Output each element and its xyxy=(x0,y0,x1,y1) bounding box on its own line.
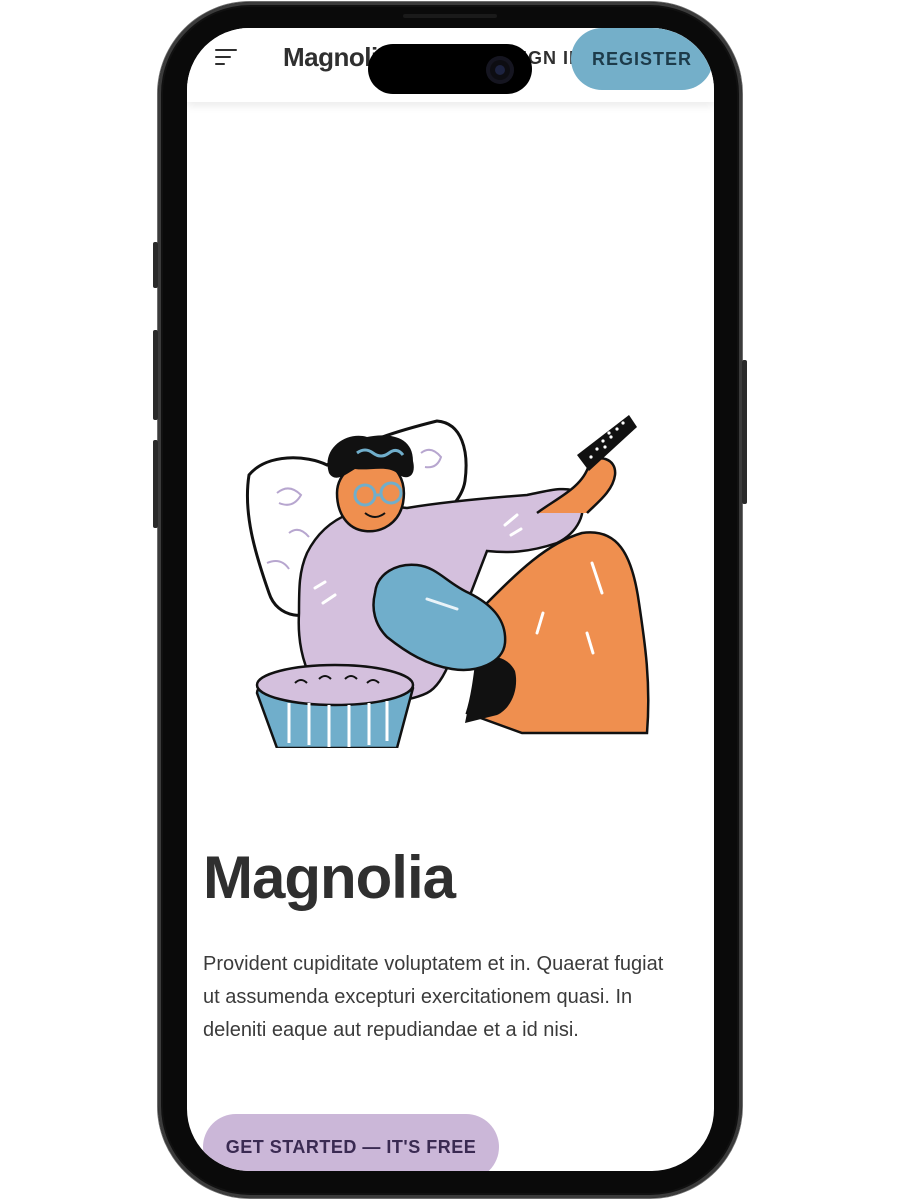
phone-action-button xyxy=(153,242,158,288)
phone-power-button xyxy=(742,360,747,504)
register-button[interactable]: REGISTER xyxy=(571,28,713,90)
phone-speaker xyxy=(403,14,497,18)
hero-description: Provident cupiditate voluptatem et in. Q… xyxy=(203,953,664,1041)
app-screen: Magnolia SIGN IN REGISTER Magnolia Provi… xyxy=(187,28,714,1171)
hero-title: Magnolia xyxy=(203,844,456,911)
phone-volume-up-button xyxy=(153,330,158,420)
get-started-button[interactable]: GET STARTED — IT'S FREE xyxy=(203,1114,499,1171)
hero-illustration xyxy=(245,415,650,748)
phone-volume-down-button xyxy=(153,440,158,528)
popcorn-bowl-illustration xyxy=(255,663,415,748)
camera-icon xyxy=(486,56,514,84)
hamburger-menu-icon[interactable] xyxy=(215,49,239,67)
